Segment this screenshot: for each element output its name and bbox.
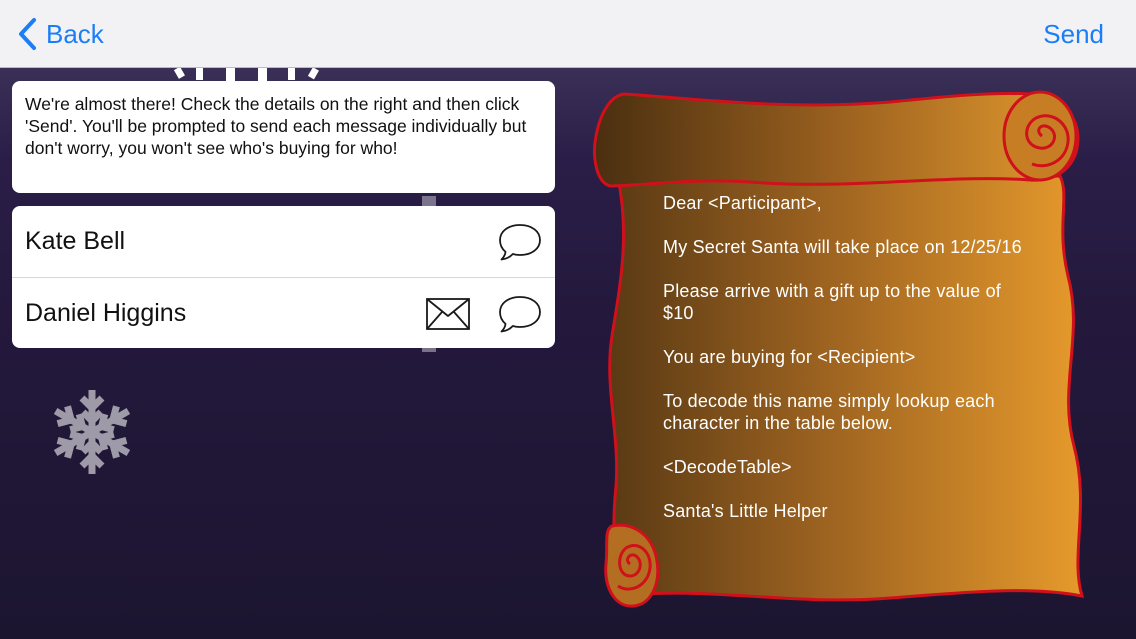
letter-gift-line: Please arrive with a gift up to the valu… <box>663 281 1001 323</box>
envelope-icon[interactable] <box>425 297 471 331</box>
letter-date-line: My Secret Santa will take place on 12/25… <box>663 237 1022 257</box>
navigation-bar: Back Send <box>0 0 1136 68</box>
message-bubble-icon[interactable] <box>497 294 543 334</box>
letter-recipient-line: You are buying for <Recipient> <box>663 347 916 367</box>
chevron-left-icon <box>19 18 36 50</box>
snowflake-icon <box>53 390 131 474</box>
list-item[interactable]: Kate Bell <box>12 206 555 277</box>
letter-decode-line: To decode this name simply lookup each c… <box>663 391 995 433</box>
message-bubble-icon[interactable] <box>497 222 543 262</box>
letter-signature: Santa's Little Helper <box>663 501 828 521</box>
list-item[interactable]: Daniel Higgins <box>12 277 555 348</box>
letter-decode-table: <DecodeTable> <box>663 457 792 477</box>
contact-name: Kate Bell <box>25 227 126 255</box>
contact-name: Daniel Higgins <box>25 298 187 327</box>
contacts-list: Kate Bell Daniel Higgins <box>12 206 555 348</box>
back-button-label: Back <box>46 18 104 49</box>
letter-preview-scroll: Dear <Participant>, My Secret Santa will… <box>590 86 1096 611</box>
send-button[interactable]: Send <box>1043 14 1104 54</box>
back-button[interactable]: Back <box>16 14 104 54</box>
letter-greeting: Dear <Participant>, <box>663 193 822 213</box>
letter-body: Dear <Participant>, My Secret Santa will… <box>663 192 1033 522</box>
instructions-text: We're almost there! Check the details on… <box>25 94 527 158</box>
instructions-card: We're almost there! Check the details on… <box>12 81 555 193</box>
snowflake-icon <box>173 68 319 82</box>
